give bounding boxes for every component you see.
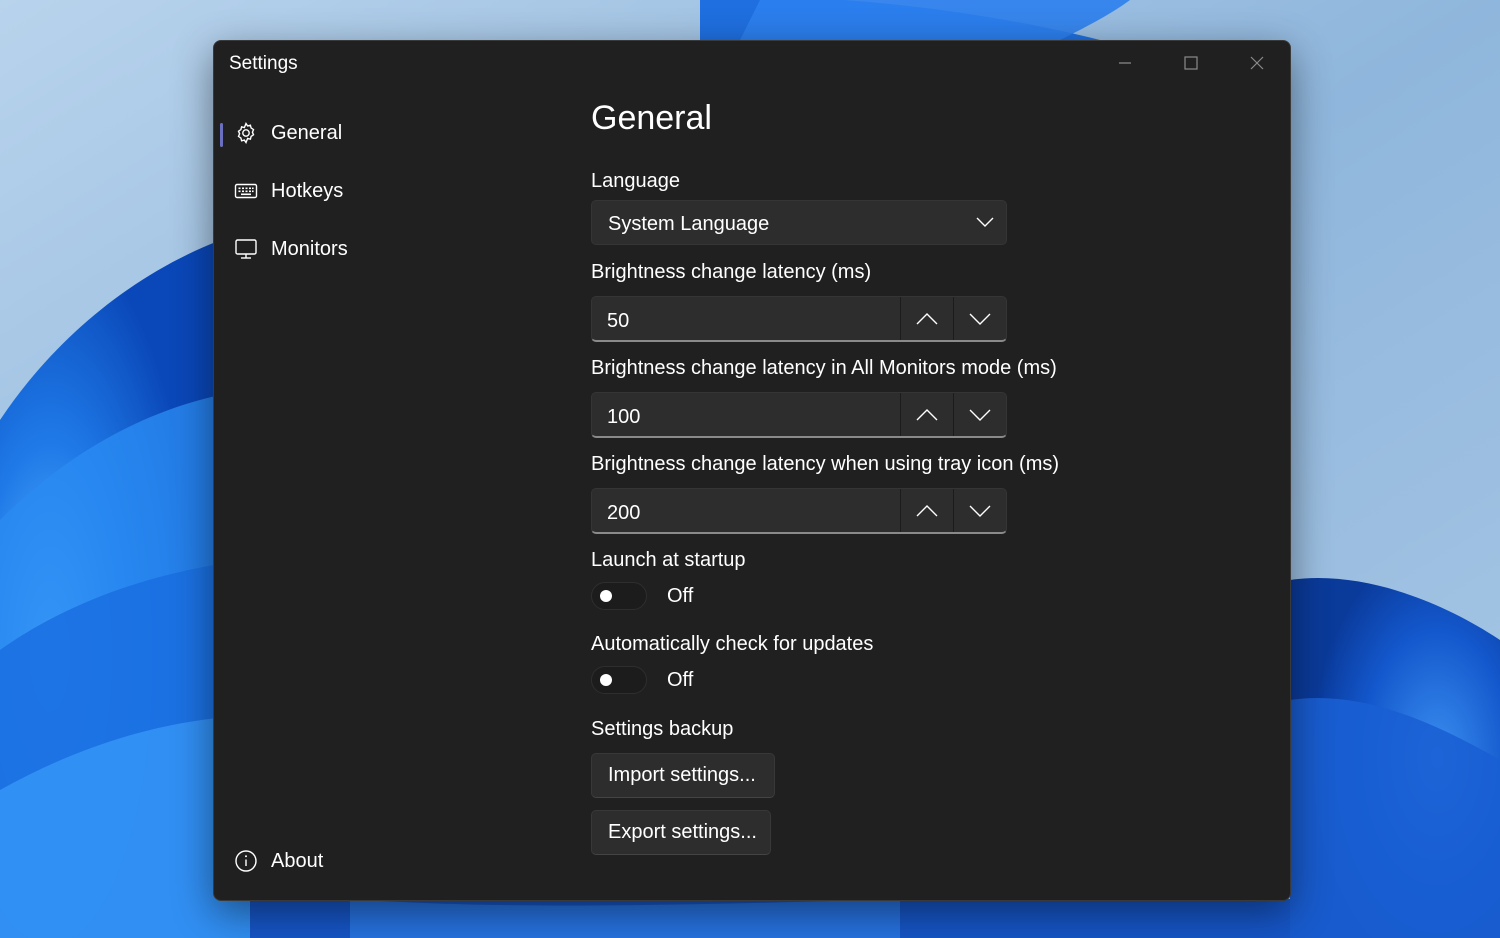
- latency-tray-number-box[interactable]: 200: [591, 488, 1007, 534]
- latency-number-box[interactable]: 50: [591, 296, 1007, 342]
- latency-tray-input[interactable]: 200: [607, 502, 640, 525]
- export-settings-button[interactable]: Export settings...: [591, 810, 771, 855]
- minimize-button[interactable]: [1092, 41, 1158, 85]
- sidebar-item-general[interactable]: General: [220, 111, 500, 155]
- language-label: Language: [591, 170, 680, 192]
- decrement-button[interactable]: [953, 489, 1006, 532]
- maximize-button[interactable]: [1158, 41, 1224, 85]
- chevron-down-icon: [969, 505, 991, 517]
- latency-all-label: Brightness change latency in All Monitor…: [591, 357, 1057, 379]
- chevron-up-icon: [916, 312, 938, 324]
- launch-startup-state: Off: [667, 585, 694, 607]
- toggle-knob: [600, 674, 612, 686]
- import-settings-button[interactable]: Import settings...: [591, 753, 775, 798]
- decrement-button[interactable]: [953, 297, 1006, 340]
- auto-update-toggle[interactable]: [591, 666, 647, 694]
- settings-window: Settings General Hotkeys Monitors About …: [213, 40, 1291, 901]
- chevron-down-icon: [976, 217, 994, 227]
- sidebar-item-hotkeys[interactable]: Hotkeys: [220, 169, 500, 213]
- title-bar[interactable]: Settings: [214, 41, 1290, 87]
- gear-icon: [237, 122, 255, 144]
- chevron-down-icon: [969, 313, 991, 325]
- latency-all-number-box[interactable]: 100: [591, 392, 1007, 438]
- close-button[interactable]: [1224, 41, 1290, 85]
- increment-button[interactable]: [900, 297, 953, 340]
- latency-all-input[interactable]: 100: [607, 406, 640, 429]
- sidebar-item-label: About: [271, 850, 324, 872]
- minimize-icon: [1119, 62, 1131, 64]
- chevron-up-icon: [916, 408, 938, 420]
- toggle-knob: [600, 590, 612, 602]
- latency-label: Brightness change latency (ms): [591, 261, 872, 283]
- launch-startup-toggle[interactable]: [591, 582, 647, 610]
- sidebar-item-label: Monitors: [271, 238, 348, 260]
- latency-input[interactable]: 50: [607, 310, 629, 333]
- latency-tray-label: Brightness change latency when using tra…: [591, 453, 1060, 475]
- language-dropdown[interactable]: System Language: [591, 200, 1007, 245]
- chevron-up-icon: [916, 504, 938, 516]
- sidebar-item-monitors[interactable]: Monitors: [220, 227, 500, 271]
- language-value: System Language: [608, 213, 770, 235]
- decrement-button[interactable]: [953, 393, 1006, 436]
- selection-indicator: [220, 123, 223, 147]
- auto-update-state: Off: [667, 669, 694, 691]
- auto-update-label: Automatically check for updates: [591, 633, 874, 655]
- maximize-icon: [1184, 56, 1198, 70]
- window-title: Settings: [229, 53, 298, 74]
- settings-backup-label: Settings backup: [591, 718, 734, 740]
- monitor-icon: [235, 239, 257, 259]
- close-icon: [1250, 56, 1264, 70]
- page-title: General: [591, 99, 712, 137]
- increment-button[interactable]: [900, 393, 953, 436]
- sidebar-item-label: Hotkeys: [271, 180, 344, 202]
- increment-button[interactable]: [900, 489, 953, 532]
- sidebar-item-label: General: [271, 122, 343, 144]
- launch-startup-label: Launch at startup: [591, 549, 746, 571]
- keyboard-icon: [234, 183, 258, 199]
- sidebar-item-about[interactable]: About: [220, 839, 500, 883]
- chevron-down-icon: [969, 409, 991, 421]
- info-icon: [235, 850, 257, 872]
